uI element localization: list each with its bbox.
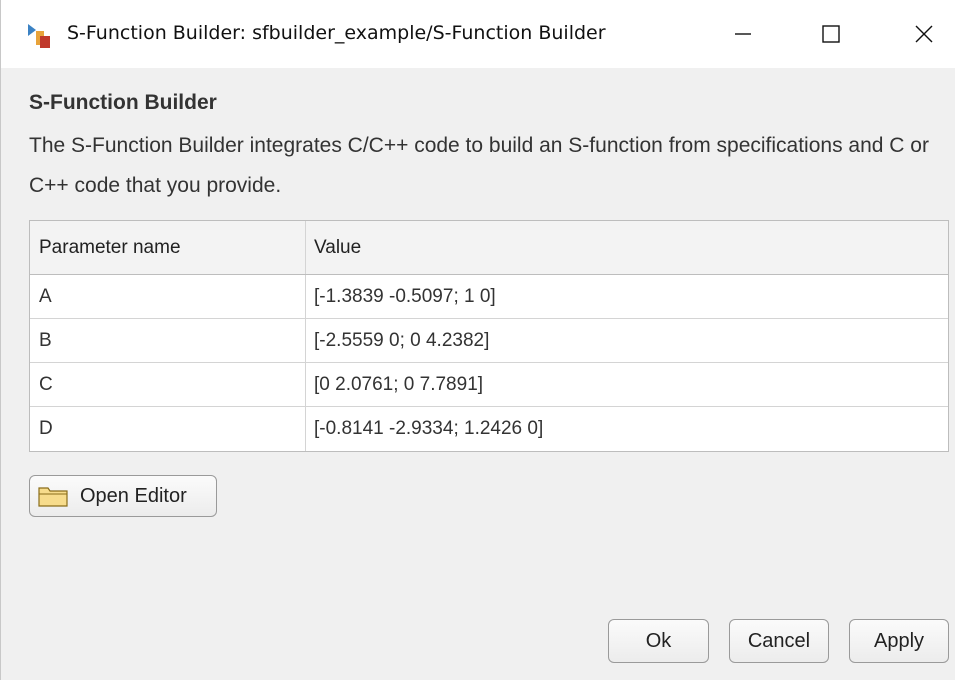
parameter-name-cell: A xyxy=(30,275,306,318)
parameter-name-cell: B xyxy=(30,319,306,362)
table-header-row: Parameter name Value xyxy=(30,221,948,275)
open-editor-button[interactable]: Open Editor xyxy=(29,475,217,517)
parameter-value-cell[interactable]: [-0.8141 -2.9334; 1.2426 0] xyxy=(306,407,948,451)
sfunction-builder-window: S-Function Builder: sfbuilder_example/S-… xyxy=(0,0,955,680)
parameter-name-cell: D xyxy=(30,407,306,451)
close-icon xyxy=(915,25,933,43)
parameter-name-cell: C xyxy=(30,363,306,406)
table-row[interactable]: C [0 2.0761; 0 7.7891] xyxy=(30,363,948,407)
parameter-value-cell[interactable]: [0 2.0761; 0 7.7891] xyxy=(306,363,948,406)
dialog-description: The S-Function Builder integrates C/C++ … xyxy=(29,134,929,197)
minimize-button[interactable] xyxy=(713,0,773,68)
maximize-icon xyxy=(822,25,840,43)
minimize-icon xyxy=(735,33,751,35)
table-row[interactable]: B [-2.5559 0; 0 4.2382] xyxy=(30,319,948,363)
column-header-value[interactable]: Value xyxy=(306,221,948,274)
close-button[interactable] xyxy=(894,0,954,68)
window-title: S-Function Builder: sfbuilder_example/S-… xyxy=(67,22,606,44)
parameter-value-cell[interactable]: [-1.3839 -0.5097; 1 0] xyxy=(306,275,948,318)
maximize-button[interactable] xyxy=(801,0,861,68)
column-header-parameter-name[interactable]: Parameter name xyxy=(30,221,306,274)
dialog-heading: S-Function Builder xyxy=(29,91,217,114)
folder-icon xyxy=(38,487,68,507)
simulink-block-icon xyxy=(28,24,50,48)
cancel-button[interactable]: Cancel xyxy=(729,619,829,663)
parameter-table: Parameter name Value A [-1.3839 -0.5097;… xyxy=(29,220,949,452)
table-row[interactable]: D [-0.8141 -2.9334; 1.2426 0] xyxy=(30,407,948,451)
open-editor-label: Open Editor xyxy=(80,484,187,507)
apply-button[interactable]: Apply xyxy=(849,619,949,663)
ok-button[interactable]: Ok xyxy=(608,619,709,663)
parameter-value-cell[interactable]: [-2.5559 0; 0 4.2382] xyxy=(306,319,948,362)
title-bar[interactable]: S-Function Builder: sfbuilder_example/S-… xyxy=(1,0,955,68)
table-row[interactable]: A [-1.3839 -0.5097; 1 0] xyxy=(30,275,948,319)
